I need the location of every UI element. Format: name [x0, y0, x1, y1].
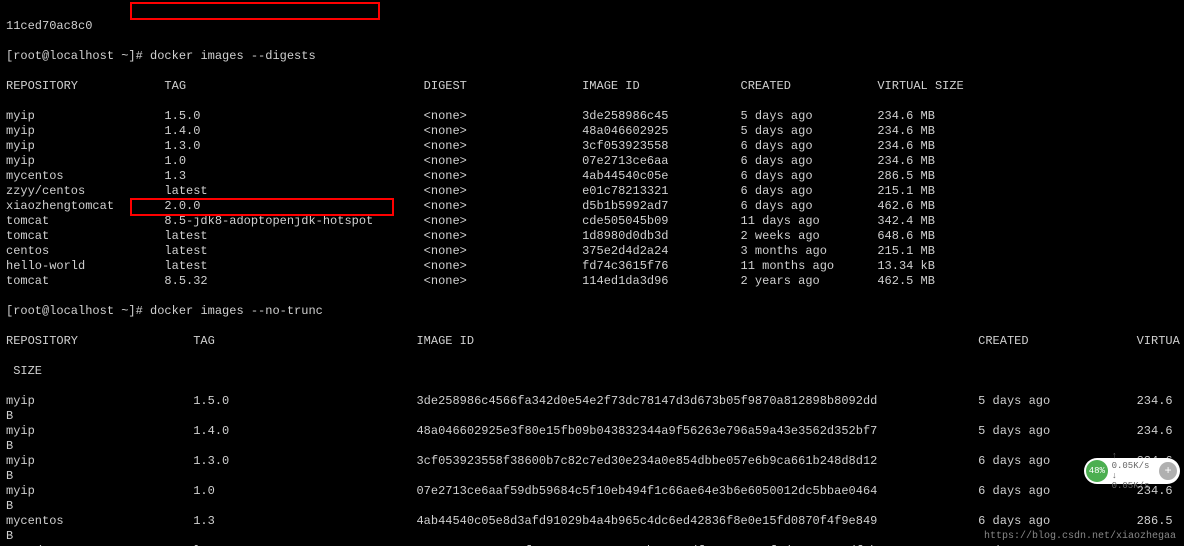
table-row-cont: B [6, 499, 1178, 514]
table-row: hello-world latest <none> fd74c3615f76 1… [6, 259, 1178, 274]
table-row: mycentos 1.3 <none> 4ab44540c05e 6 days … [6, 169, 1178, 184]
csdn-watermark: https://blog.csdn.net/xiaozhegaa [984, 529, 1176, 544]
table-row: tomcat 8.5-jdk8-adoptopenjdk-hotspot <no… [6, 214, 1178, 229]
net-upload: ↑ 0.05K/s [1112, 451, 1160, 471]
stray-output: 11ced70ac8c0 [6, 19, 1178, 34]
table-row: tomcat latest <none> 1d8980d0db3d 2 week… [6, 229, 1178, 244]
terminal-output: 11ced70ac8c0 [root@localhost ~]# docker … [0, 0, 1184, 546]
command-digests[interactable]: docker images --digests [150, 49, 316, 63]
table-row: myip 1.0 <none> 07e2713ce6aa 6 days ago … [6, 154, 1178, 169]
table-row: myip 1.3.0 <none> 3cf053923558 6 days ag… [6, 139, 1178, 154]
table2-header-cont: SIZE [6, 364, 1178, 379]
table-row: myip 1.4.0 <none> 48a046602925 5 days ag… [6, 124, 1178, 139]
table2-header: REPOSITORY TAG IMAGE ID CREATED VIRTUA [6, 334, 1178, 349]
table-row: centos latest <none> 375e2d4d2a24 3 mont… [6, 244, 1178, 259]
table-row: mycentos 1.3 4ab44540c05e8d3afd91029b4a4… [6, 514, 1178, 529]
table-row: myip 1.0 07e2713ce6aaf59db59684c5f10eb49… [6, 484, 1178, 499]
command-no-trunc[interactable]: docker images --no-trunc [150, 304, 323, 318]
table-row: myip 1.5.0 3de258986c4566fa342d0e54e2f73… [6, 394, 1178, 409]
net-speeds: ↑ 0.05K/s ↓ 0.05K/s [1112, 451, 1160, 491]
network-monitor-badge[interactable]: 48% ↑ 0.05K/s ↓ 0.05K/s + [1084, 458, 1180, 484]
shell-prompt-2: [root@localhost ~]# [6, 304, 143, 318]
table-row: zzyy/centos latest <none> e01c78213321 6… [6, 184, 1178, 199]
shell-prompt-1: [root@localhost ~]# [6, 49, 143, 63]
table1-header: REPOSITORY TAG DIGEST IMAGE ID CREATED V… [6, 79, 1178, 94]
table-row-cont: B [6, 409, 1178, 424]
net-percent-icon: 48% [1086, 460, 1108, 482]
table-row: myip 1.5.0 <none> 3de258986c45 5 days ag… [6, 109, 1178, 124]
table-row: myip 1.3.0 3cf053923558f38600b7c82c7ed30… [6, 454, 1178, 469]
net-download: ↓ 0.05K/s [1112, 471, 1160, 491]
table-row: xiaozhengtomcat 2.0.0 <none> d5b1b5992ad… [6, 199, 1178, 214]
table-row: myip 1.4.0 48a046602925e3f80e15fb09b0438… [6, 424, 1178, 439]
table-row-cont: B [6, 469, 1178, 484]
net-add-icon[interactable]: + [1159, 462, 1177, 480]
table-row: tomcat 8.5.32 <none> 114ed1da3d96 2 year… [6, 274, 1178, 289]
table-row-cont: B [6, 439, 1178, 454]
